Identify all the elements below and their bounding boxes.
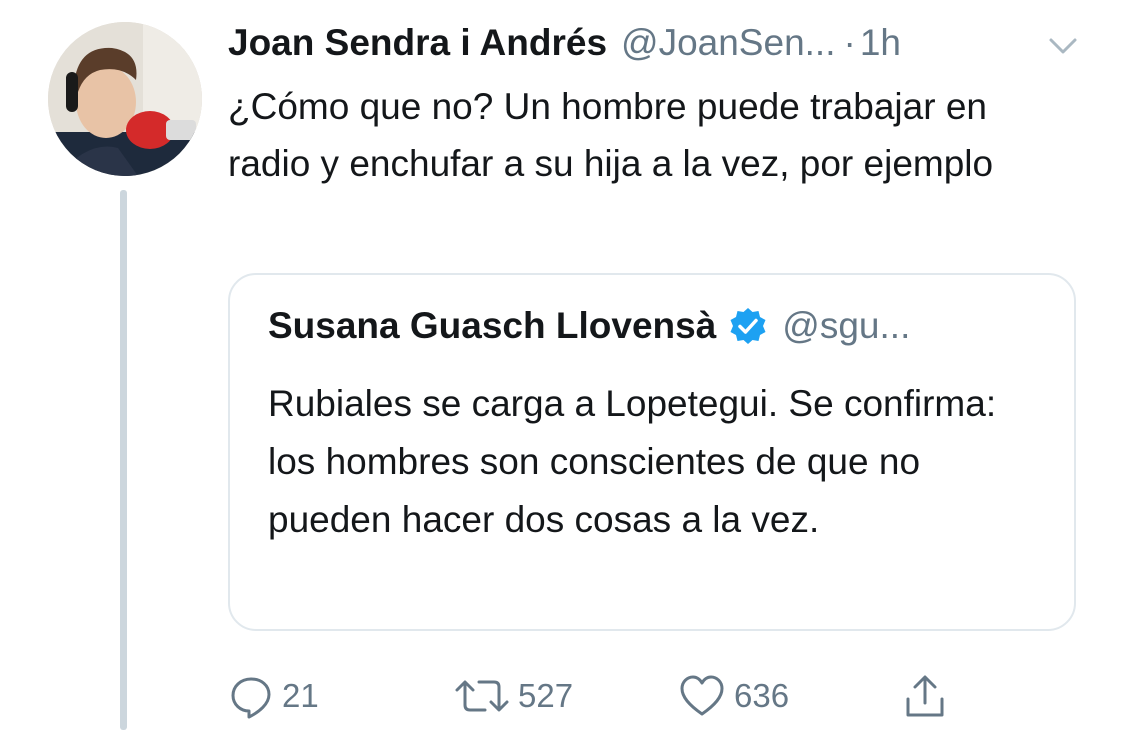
quoted-tweet-card[interactable]: Susana Guasch Llovensà @sgu... Rubiales … (228, 273, 1076, 631)
retweet-count: 527 (518, 677, 574, 714)
reply-button[interactable]: 21 (228, 668, 319, 724)
avatar[interactable] (48, 22, 202, 176)
retweet-arrows-icon (455, 680, 509, 712)
tweet-header: Joan Sendra i Andrés @JoanSen... · 1h (228, 18, 1098, 68)
share-button[interactable] (902, 668, 948, 724)
quoted-display-name: Susana Guasch Llovensà (268, 305, 717, 346)
thread-connector-line (120, 190, 127, 730)
user-handle[interactable]: @JoanSen... (621, 22, 835, 64)
tweet-text: ¿Cómo que no? Un hombre puede trabajar e… (228, 86, 994, 184)
verified-badge-icon (730, 308, 766, 344)
quoted-user-handle: @sgu... (782, 305, 911, 346)
quoted-tweet-header: Susana Guasch Llovensà @sgu... (268, 305, 910, 347)
chevron-down-icon[interactable] (1045, 34, 1081, 58)
heart-icon (680, 675, 724, 716)
tweet-actions-bar: 21 527 636 (228, 668, 968, 724)
like-count: 636 (734, 677, 790, 714)
avatar-photo (48, 22, 202, 176)
retweet-button[interactable]: 527 (454, 668, 573, 724)
speech-bubble-icon (231, 677, 271, 719)
share-upload-icon (906, 675, 944, 717)
tweet-timestamp[interactable]: 1h (860, 22, 901, 64)
quoted-tweet-text: Rubiales se carga a Lopetegui. Se confir… (268, 383, 997, 540)
like-button[interactable]: 636 (678, 668, 789, 724)
separator-dot: · (843, 22, 856, 63)
reply-count: 21 (282, 677, 319, 714)
display-name[interactable]: Joan Sendra i Andrés (228, 22, 607, 64)
